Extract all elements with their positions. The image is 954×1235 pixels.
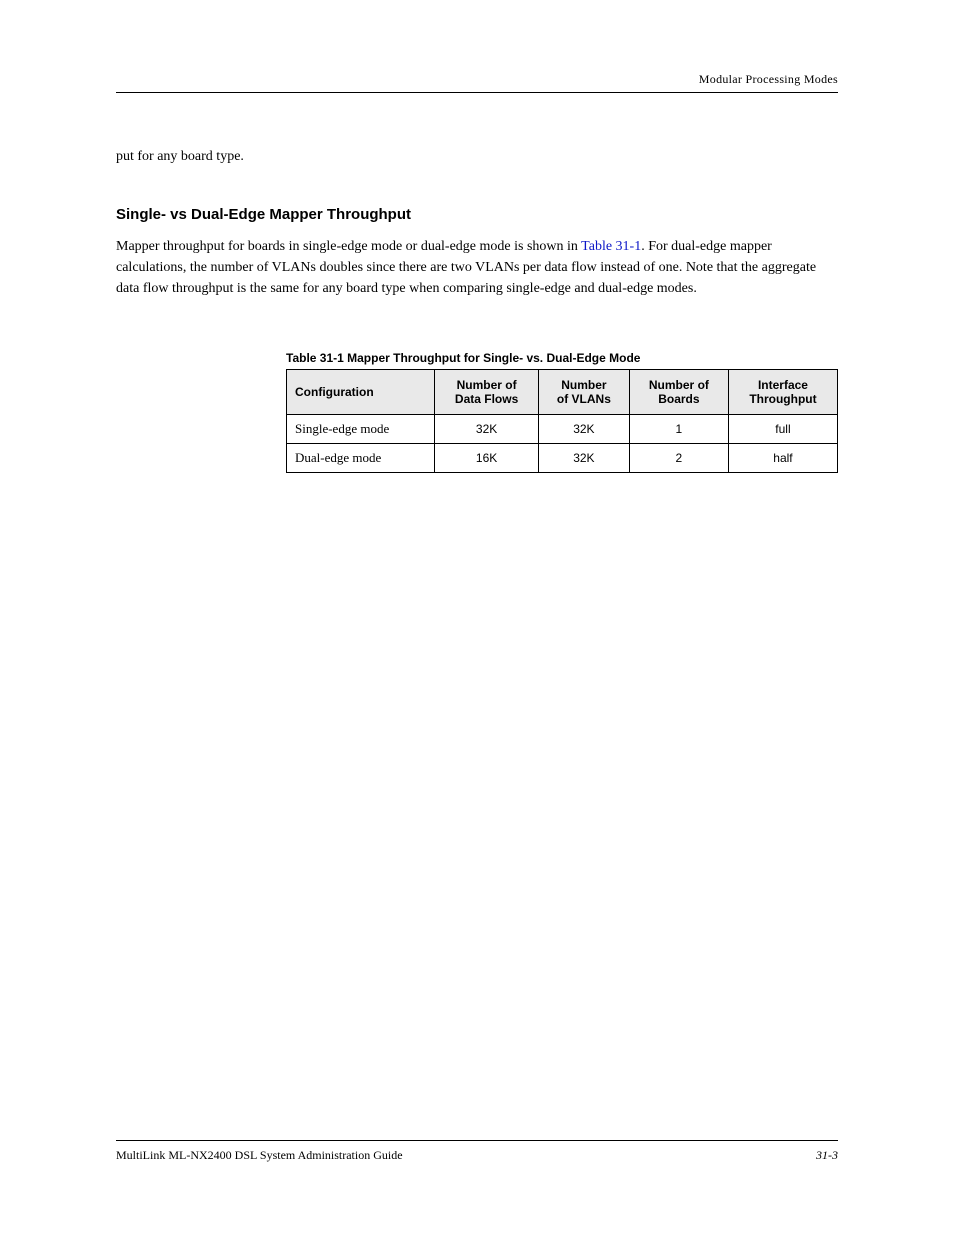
table-header-cell: InterfaceThroughput: [728, 370, 837, 415]
table-cell: half: [728, 444, 837, 473]
table-cell: full: [728, 415, 837, 444]
body-paragraph: Mapper throughput for boards in single-e…: [116, 236, 838, 299]
body-paragraph-text: Mapper throughput for boards in single-e…: [116, 239, 581, 254]
footer-doc-title: MultiLink ML-NX2400 DSL System Administr…: [116, 1148, 403, 1163]
table-cell: Dual-edge mode: [287, 444, 435, 473]
header-section-title: Modular Processing Modes: [699, 72, 838, 87]
table-cell: 32K: [435, 415, 539, 444]
body-subheading: Single- vs Dual-Edge Mapper Throughput: [116, 206, 411, 223]
document-page: Modular Processing Modes put for any boa…: [0, 0, 954, 1235]
table-reference-link[interactable]: Table 31-1: [581, 239, 641, 254]
table-wrapper: Table 31-1 Mapper Throughput for Single-…: [286, 351, 838, 473]
header-rule: [116, 92, 838, 93]
footer-page-number: 31-3: [816, 1148, 838, 1163]
table-row: Single-edge mode 32K 32K 1 full: [287, 415, 838, 444]
table-row: Dual-edge mode 16K 32K 2 half: [287, 444, 838, 473]
table-cell: 1: [629, 415, 728, 444]
table-header-row: Configuration Number ofData Flows Number…: [287, 370, 838, 415]
body-continuation-line: put for any board type.: [116, 148, 244, 167]
data-table: Configuration Number ofData Flows Number…: [286, 369, 838, 473]
table-cell: 32K: [538, 415, 629, 444]
table-cell: Single-edge mode: [287, 415, 435, 444]
table-cell: 32K: [538, 444, 629, 473]
footer-line: MultiLink ML-NX2400 DSL System Administr…: [116, 1148, 838, 1163]
table-header-cell: Number ofBoards: [629, 370, 728, 415]
table-header-cell: Number ofData Flows: [435, 370, 539, 415]
table-header-cell: Configuration: [287, 370, 435, 415]
footer-rule: [116, 1140, 838, 1141]
table-header-cell: Numberof VLANs: [538, 370, 629, 415]
table-cell: 2: [629, 444, 728, 473]
table-cell: 16K: [435, 444, 539, 473]
table-caption: Table 31-1 Mapper Throughput for Single-…: [286, 351, 838, 365]
